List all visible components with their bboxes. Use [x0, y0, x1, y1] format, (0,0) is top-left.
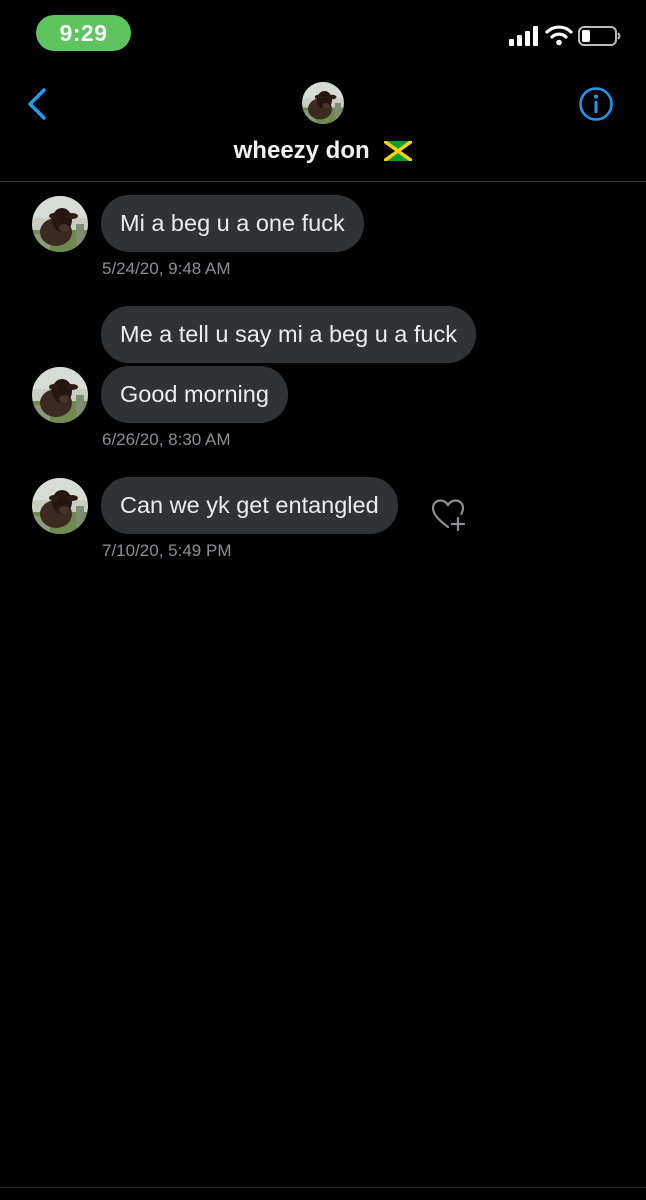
sender-avatar[interactable]: [32, 367, 88, 423]
message-bubble[interactable]: Me a tell u say mi a beg u a fuck: [101, 306, 476, 363]
conversation-header: wheezy don: [0, 70, 646, 182]
composer-divider: [0, 1187, 646, 1188]
wifi-icon: [545, 25, 573, 46]
jamaica-flag-icon: [384, 141, 413, 161]
status-bar: 9:29: [0, 0, 646, 70]
info-button[interactable]: [578, 86, 614, 122]
message-bubble[interactable]: Good morning: [101, 366, 288, 423]
message-timestamp: 5/24/20, 9:48 AM: [102, 259, 231, 278]
goat-avatar-image: [32, 367, 88, 423]
message-timestamp: 7/10/20, 5:49 PM: [102, 541, 232, 560]
sender-avatar[interactable]: [32, 196, 88, 252]
back-button[interactable]: [22, 84, 52, 124]
contact-avatar[interactable]: [302, 82, 344, 124]
message-bubble[interactable]: Can we yk get entangled: [101, 477, 398, 534]
battery-icon: [578, 26, 621, 46]
goat-avatar-image: [32, 478, 88, 534]
contact-name-text: wheezy don: [233, 137, 370, 164]
contact-name[interactable]: wheezy don: [0, 137, 646, 165]
status-time[interactable]: 9:29: [36, 15, 131, 51]
goat-avatar-image: [32, 196, 88, 252]
sender-avatar[interactable]: [32, 478, 88, 534]
goat-avatar-image: [302, 82, 344, 124]
cellular-signal-icon: [509, 26, 538, 46]
message-timestamp: 6/26/20, 8:30 AM: [102, 430, 231, 449]
message-bubble[interactable]: Mi a beg u a one fuck: [101, 195, 364, 252]
react-heart-button[interactable]: [430, 497, 466, 533]
